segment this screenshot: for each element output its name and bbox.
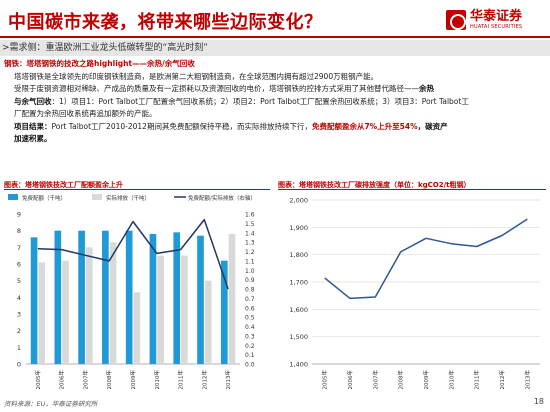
source-note: 资料来源：EU，华泰证券研究所: [4, 400, 98, 408]
x-tick-label: 2007年: [81, 370, 89, 390]
bar-actual-emission: [38, 262, 46, 364]
y-tick-label: 0: [17, 361, 21, 369]
y2-tick-label: 0.2: [245, 343, 255, 350]
bar-free-allocation: [149, 234, 157, 364]
section-subtitle: >需求侧：重温欧洲工业龙头低碳转型的“高光时刻”: [0, 40, 550, 56]
company-logo: 华泰证券 HUATAI SECURITIES: [446, 6, 542, 34]
y2-tick-label: 0.6: [245, 305, 255, 312]
y2-tick-label: 1.3: [245, 240, 255, 247]
y2-tick-label: 0.0: [245, 362, 255, 369]
y2-tick-label: 0.1: [245, 352, 255, 359]
page-number: 18: [533, 397, 544, 406]
y2-tick-label: 0.5: [245, 315, 255, 322]
bullet-text: 塔塔钢铁是全球领先的印度钢铁制造商，是欧洲第二大粗钢制造商，在全球范围内拥有超过…: [14, 71, 379, 81]
chart-right-divider: [278, 189, 546, 190]
y-tick-label: 1,800: [289, 251, 308, 259]
bullet-heading: 钢铁：塔塔钢铁的技改之路highlight——余热/余气回收: [4, 59, 195, 68]
bar-free-allocation: [78, 230, 85, 364]
x-tick-label: 2012年: [498, 370, 506, 390]
bullet-text: 受限于废钢资源相对稀缺、产成品的质量及有一定损耗以及资源回收的电价，塔塔钢铁的控…: [14, 84, 434, 93]
y2-tick-label: 1.0: [245, 268, 255, 275]
x-tick-label: 2011年: [473, 370, 481, 390]
legend-label: 免费配额（千吨）: [22, 194, 66, 202]
y2-tick-label: 1.6: [245, 212, 255, 219]
bar-actual-emission: [62, 260, 69, 364]
bullet-text: 与余气回收：1）项目1：Port Talbot工厂配置余气回收系统；2）项目2：…: [14, 96, 469, 106]
x-tick-label: 2010年: [153, 370, 161, 390]
bar-actual-emission: [181, 255, 188, 364]
bar-free-allocation: [173, 232, 181, 364]
bullet-text: 项目结果：Port Talbot工厂2010-2012期间其免费配额保持平稳，而…: [14, 121, 448, 131]
bar-actual-emission: [85, 247, 93, 364]
y2-tick-label: 0.4: [245, 324, 255, 331]
x-tick-label: 2005年: [34, 370, 42, 390]
bullet-text: 厂配置为余热回收系统再追加额外的产能。: [14, 109, 157, 118]
y-tick-label: 1,900: [289, 224, 308, 232]
y2-tick-label: 0.3: [245, 333, 255, 340]
x-tick-label: 2013年: [523, 370, 531, 390]
bar-actual-emission: [228, 234, 236, 364]
y-tick-label: 4: [17, 294, 21, 302]
y-tick-label: 6: [17, 261, 21, 269]
y-tick-label: 9: [17, 211, 21, 219]
legend-swatch: [8, 194, 18, 200]
slide-title: 中国碳市来袭，将带来哪些边际变化？: [8, 12, 323, 33]
x-tick-label: 2011年: [177, 370, 185, 390]
left-combo-chart: 免费配额（千吨） 实际排放（千吨） 免费配额/实际排放（右轴） 0 1 2 3 4 5 6 7 8 9 0…: [8, 194, 256, 390]
logo-name-cn: 华泰证券: [470, 9, 523, 24]
bullet-list: 钢铁：塔塔钢铁的技改之路highlight——余热/余气回收 塔塔钢铁是全球领先…: [4, 58, 546, 146]
y-tick-label: 3: [17, 311, 21, 319]
logo-mark-icon: [446, 10, 466, 30]
x-tick-label: 2007年: [371, 370, 379, 390]
y2-tick-label: 1.2: [245, 249, 255, 256]
legend-label: 免费配额/实际排放（右轴）: [188, 194, 256, 202]
bar-free-allocation: [54, 230, 62, 364]
chart-left-divider: [4, 189, 270, 190]
x-tick-label: 2010年: [447, 370, 455, 390]
bar-free-allocation: [125, 230, 133, 364]
x-tick-label: 2005年: [321, 370, 329, 390]
y2-tick-label: 1.4: [245, 230, 255, 237]
y-tick-label: 8: [17, 227, 21, 235]
x-tick-label: 2008年: [105, 370, 113, 390]
x-tick-label: 2009年: [129, 370, 137, 390]
bar-actual-emission: [109, 242, 117, 364]
bar-actual-emission: [133, 292, 141, 364]
y-tick-label: 1,400: [289, 361, 308, 369]
bar-actual-emission: [204, 280, 212, 364]
y2-tick-label: 0.7: [245, 296, 255, 303]
y-tick-label: 2,000: [289, 197, 308, 205]
x-tick-label: 2008年: [397, 370, 405, 390]
x-tick-label: 2006年: [346, 370, 354, 390]
legend-swatch: [92, 194, 102, 200]
y2-tick-label: 0.9: [245, 277, 255, 284]
y2-tick-label: 0.8: [245, 287, 255, 294]
y-tick-label: 2: [17, 327, 21, 335]
y-tick-label: 1,700: [289, 279, 308, 287]
y-tick-label: 7: [17, 244, 21, 252]
right-line-chart: 1,400 1,500 1,600 1,700 1,800 1,900 2,000 2005年…: [289, 197, 540, 390]
legend-label: 实际排放（千吨）: [106, 194, 150, 202]
title-divider: [0, 36, 550, 38]
y-tick-label: 1: [17, 344, 21, 352]
x-tick-label: 2009年: [422, 370, 430, 390]
y-tick-label: 1,500: [289, 333, 308, 341]
bar-free-allocation: [102, 230, 109, 364]
series-line-intensity: [324, 218, 528, 300]
bullet-text: 加速积累。: [14, 134, 52, 143]
logo-name-en: HUATAI SECURITIES: [470, 24, 523, 30]
bar-actual-emission: [157, 255, 164, 364]
bar-free-allocation: [30, 237, 38, 364]
x-tick-label: 2013年: [224, 370, 232, 390]
y-tick-label: 5: [17, 277, 21, 285]
y2-tick-label: 1.5: [245, 221, 255, 228]
y2-tick-label: 1.1: [245, 258, 255, 265]
y-tick-label: 1,600: [289, 306, 308, 314]
bar-free-allocation: [197, 235, 204, 364]
x-tick-label: 2006年: [58, 370, 66, 390]
x-tick-label: 2012年: [200, 370, 208, 390]
